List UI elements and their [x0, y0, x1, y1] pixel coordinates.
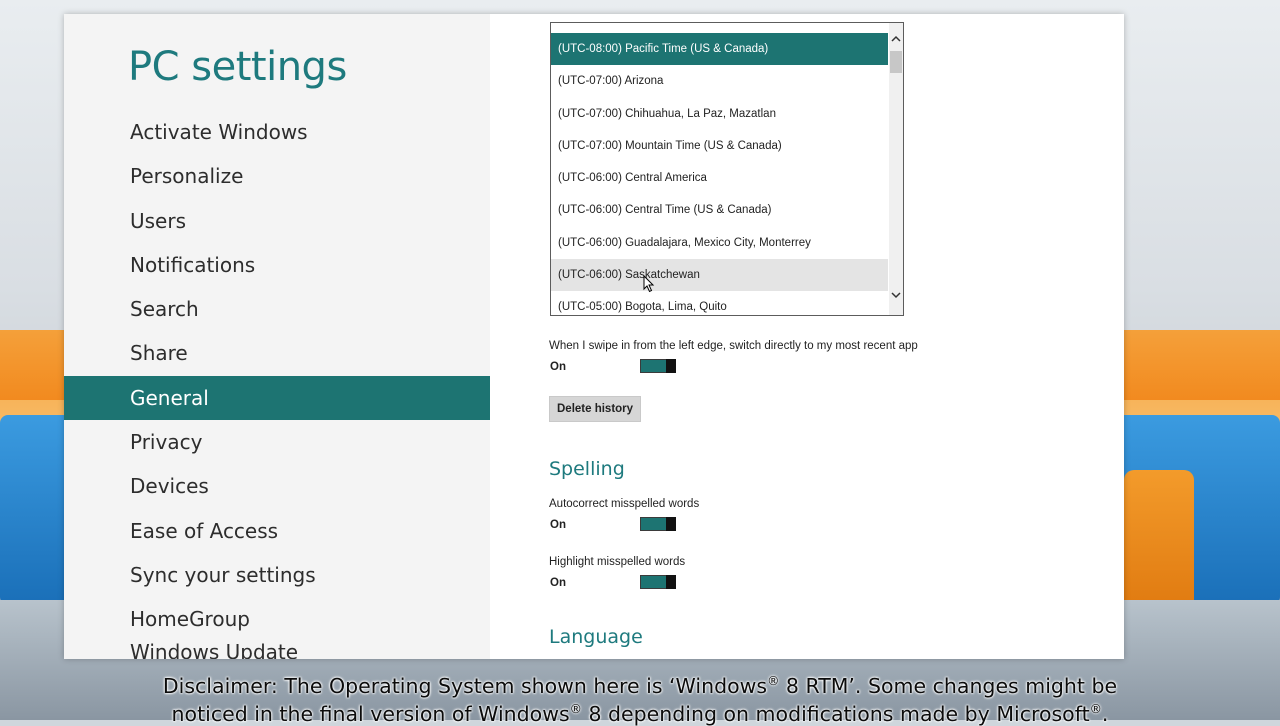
sidebar-item-ease-of-access[interactable]: Ease of Access — [64, 509, 490, 553]
autocorrect-toggle[interactable] — [640, 517, 676, 531]
sidebar-nav: Activate Windows Personalize Users Notif… — [64, 110, 490, 659]
timezone-option[interactable]: (UTC-07:00) Arizona — [551, 65, 888, 97]
disclaimer-caption: Disclaimer: The Operating System shown h… — [0, 670, 1280, 725]
background-chair-right-orange — [1124, 470, 1194, 610]
toggle-knob — [666, 359, 676, 373]
sidebar-item-personalize[interactable]: Personalize — [64, 154, 490, 198]
swipe-toggle[interactable] — [640, 359, 676, 373]
settings-content: (UTC-08:00) Pacific Time (US & Canada) (… — [490, 14, 1124, 659]
disclaimer-line-1: Disclaimer: The Operating System shown h… — [162, 673, 1118, 698]
timezone-option[interactable]: (UTC-06:00) Central America — [551, 162, 888, 194]
spelling-heading: Spelling — [549, 458, 625, 480]
sidebar-item-search[interactable]: Search — [64, 287, 490, 331]
sidebar-item-windows-update[interactable]: Windows Update — [64, 642, 490, 659]
sidebar-item-users[interactable]: Users — [64, 199, 490, 243]
timezone-list[interactable]: (UTC-08:00) Pacific Time (US & Canada) (… — [550, 22, 904, 316]
background-chair-left — [0, 415, 70, 605]
disclaimer-line-2: noticed in the final version of Windows®… — [171, 701, 1109, 726]
highlight-toggle-state: On — [550, 577, 566, 589]
swipe-setting-label: When I swipe in from the left edge, swit… — [549, 340, 918, 352]
timezone-scrollbar-thumb[interactable] — [890, 51, 902, 73]
sidebar-item-notifications[interactable]: Notifications — [64, 243, 490, 287]
timezone-option[interactable]: (UTC-07:00) Chihuahua, La Paz, Mazatlan — [551, 98, 888, 130]
sidebar-item-sync-your-settings[interactable]: Sync your settings — [64, 553, 490, 597]
highlight-label: Highlight misspelled words — [549, 556, 686, 568]
sidebar-item-privacy[interactable]: Privacy — [64, 420, 490, 464]
timezone-option[interactable]: (UTC-06:00) Guadalajara, Mexico City, Mo… — [551, 227, 888, 259]
highlight-toggle[interactable] — [640, 575, 676, 589]
sidebar-item-homegroup[interactable]: HomeGroup — [64, 597, 490, 641]
delete-history-button[interactable]: Delete history — [549, 396, 642, 422]
pc-settings-window: PC settings Activate Windows Personalize… — [64, 14, 1124, 659]
sidebar: PC settings Activate Windows Personalize… — [64, 14, 490, 659]
timezone-option-hovered[interactable]: (UTC-06:00) Saskatchewan — [551, 259, 888, 292]
sidebar-item-devices[interactable]: Devices — [64, 464, 490, 508]
timezone-option[interactable]: (UTC-06:00) Central Time (US & Canada) — [551, 194, 888, 226]
page-title: PC settings — [128, 44, 347, 90]
sidebar-item-share[interactable]: Share — [64, 331, 490, 375]
language-heading: Language — [549, 626, 643, 648]
timezone-option[interactable]: (UTC-08:00) Pacific Time (US & Canada) — [551, 33, 888, 66]
sidebar-item-general[interactable]: General — [64, 375, 490, 421]
swipe-toggle-state: On — [550, 361, 566, 373]
toggle-knob — [666, 517, 676, 531]
chevron-up-icon[interactable] — [889, 33, 903, 49]
autocorrect-label: Autocorrect misspelled words — [549, 498, 700, 510]
sidebar-item-activate-windows[interactable]: Activate Windows — [64, 110, 490, 154]
chevron-down-icon[interactable] — [889, 289, 903, 305]
autocorrect-toggle-state: On — [550, 519, 566, 531]
timezone-list-top-edge — [551, 23, 903, 33]
timezone-option[interactable]: (UTC-07:00) Mountain Time (US & Canada) — [551, 130, 888, 162]
toggle-knob — [666, 575, 676, 589]
timezone-option[interactable]: (UTC-05:00) Bogota, Lima, Quito — [551, 291, 888, 315]
